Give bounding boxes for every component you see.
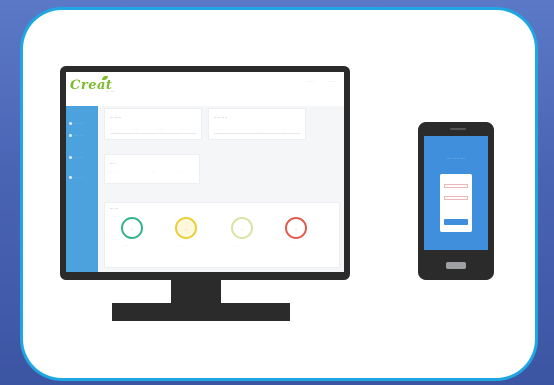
gauge: ·· [231,217,253,239]
app-sidebar: ··· ···· ·· ···· ··· · ·· ····· · ··· ··… [66,106,98,272]
panel-cell: ·· · [257,127,261,131]
panel-title: ··· ··· [110,207,118,211]
sidebar-item[interactable]: ·· ····· · [69,155,95,159]
sidebar-item-label: ··· ··· ·· [74,175,84,179]
username-field[interactable] [444,184,468,188]
gauge-value: ·· [240,227,244,232]
dot-icon [69,134,72,137]
gauge-label: ·· ·· [123,243,128,247]
sidebar-item[interactable]: ···· ··· · [69,133,95,137]
stats-panel: ··· · ·· ·· · ·· · ·· [104,154,200,184]
breadcrumb: ··· ··· [106,90,114,94]
gauge-value: ·· [294,227,298,232]
header-link[interactable]: · ·· · [307,80,314,84]
monitor-screen: Creat · ·· · ·· ·· · ··· ··· ··· ···· ··… [66,72,344,272]
sidebar-item[interactable]: ··· ··· ·· [69,175,95,179]
home-button[interactable] [446,262,466,269]
panel-title: ··· · [110,162,116,166]
divider [214,133,300,134]
panel-cell: ·· · [181,127,185,131]
password-field[interactable] [444,196,468,200]
header-link[interactable]: ·· ·· · [328,80,336,84]
gauge-label: ·· ·· [177,243,182,247]
mobile-login-title: ··· ···· ·· ···· [446,157,466,161]
sidebar-item-label: ·· ····· · [74,155,84,159]
panel-cell: ·· [181,170,183,174]
phone-speaker [450,128,466,130]
panel-title: ··· ··· ·· [110,116,122,120]
panel-cell: ·· ·· · [110,127,117,131]
divider [110,133,196,134]
panel-cell: ·· ·· [133,127,138,131]
gauge: ·· [121,217,143,239]
gauge-value: ·· [184,227,188,232]
stats-panel: ··· ··· ·· ·· ·· · ·· ·· ·· ·· · ·· · [104,108,202,140]
gauge: ·· [175,217,197,239]
dot-icon [69,176,72,179]
gauge-label: ·· ·· [233,243,238,247]
panel-cell: ·· ·· · [157,127,164,131]
login-button[interactable] [444,219,468,225]
dot-icon [69,156,72,159]
stats-panel: ·· ··· ·· ·· · ·· ·· · ·· · ·· ·· [208,108,306,140]
gauge-value: ·· [130,227,134,232]
sidebar-item[interactable]: ··· ···· ·· [69,121,95,125]
panel-cell: ·· ·· [281,127,286,131]
monitor-stand-base [112,303,290,321]
panel-cell: ·· ·· · [110,170,117,174]
panel-title: ·· ··· ·· ·· [214,116,228,120]
gauges-panel: ··· ··· ·· ·· ·· ·· ·· ·· ·· ·· ·· ·· ··… [104,202,340,268]
sidebar-item-label: ··· ···· ·· [74,121,85,125]
app-header: Creat · ·· · ·· ·· · ··· ··· [66,72,344,106]
panel-cell: ·· · [151,170,155,174]
gauge-label: ·· ·· [287,243,292,247]
dot-icon [69,122,72,125]
sidebar-item-label: ···· ··· · [74,133,84,137]
panel-cell: · ·· ·· · [214,127,223,131]
gauge: ·· [285,217,307,239]
